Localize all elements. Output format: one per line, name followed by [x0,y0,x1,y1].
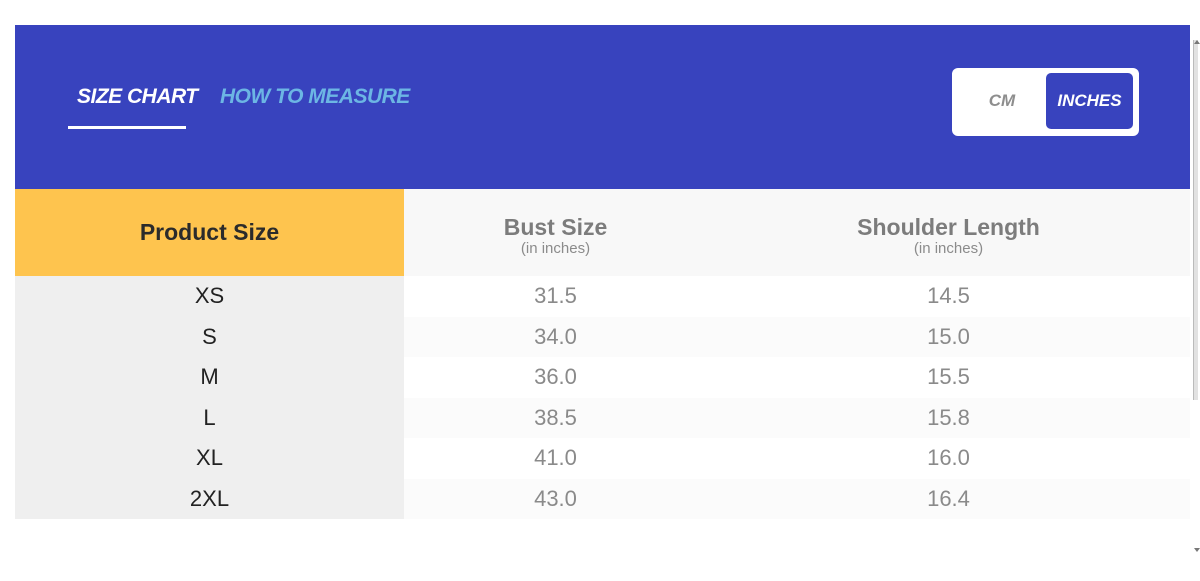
bust-cell: 43.0 [404,478,707,519]
shoulder-cell: 14.5 [707,276,1190,317]
shoulder-cell: 15.5 [707,357,1190,398]
size-cell: S [15,316,404,357]
bust-cell: 38.5 [404,397,707,438]
header-shoulder-length: Shoulder Length (in inches) [707,189,1190,276]
unit-inches-button[interactable]: INCHES [1046,73,1133,129]
size-chart-header: SIZE CHART HOW TO MEASURE CM INCHES [15,25,1190,189]
active-tab-indicator [68,126,186,129]
header-shoulder-length-unit: (in inches) [913,239,984,257]
tab-size-chart[interactable]: SIZE CHART [77,85,198,115]
shoulder-cell: 15.8 [707,397,1190,438]
table-header-row: Product Size Bust Size (in inches) Shoul… [15,189,1190,276]
size-cell: XS [15,276,404,317]
size-cell: L [15,397,404,438]
table-row: M 36.0 15.5 [15,357,1190,398]
header-bust-size: Bust Size (in inches) [404,189,707,276]
size-cell: M [15,357,404,398]
header-bust-size-title: Bust Size [503,213,608,240]
unit-cm-button[interactable]: CM [958,73,1046,129]
vertical-scrollbar[interactable] [1193,40,1198,400]
bust-cell: 36.0 [404,357,707,398]
size-table: Product Size Bust Size (in inches) Shoul… [15,189,1190,519]
table-row: XS 31.5 14.5 [15,276,1190,317]
size-cell: XL [15,438,404,479]
bust-cell: 31.5 [404,276,707,317]
shoulder-cell: 16.0 [707,438,1190,479]
header-bust-size-unit: (in inches) [520,239,591,257]
table-row: L 38.5 15.8 [15,397,1190,438]
shoulder-cell: 15.0 [707,316,1190,357]
bust-cell: 34.0 [404,316,707,357]
scroll-down-arrow-icon[interactable] [1194,548,1200,552]
unit-toggle: CM INCHES [952,68,1139,136]
shoulder-cell: 16.4 [707,478,1190,519]
size-cell: 2XL [15,478,404,519]
tab-how-to-measure[interactable]: HOW TO MEASURE [220,85,410,115]
header-shoulder-length-title: Shoulder Length [857,213,1040,240]
table-row: 2XL 43.0 16.4 [15,478,1190,519]
table-row: S 34.0 15.0 [15,316,1190,357]
scroll-up-arrow-icon[interactable] [1194,40,1200,44]
bust-cell: 41.0 [404,438,707,479]
size-chart-panel: SIZE CHART HOW TO MEASURE CM INCHES Prod… [15,25,1190,519]
header-product-size: Product Size [15,189,404,276]
table-row: XL 41.0 16.0 [15,438,1190,479]
